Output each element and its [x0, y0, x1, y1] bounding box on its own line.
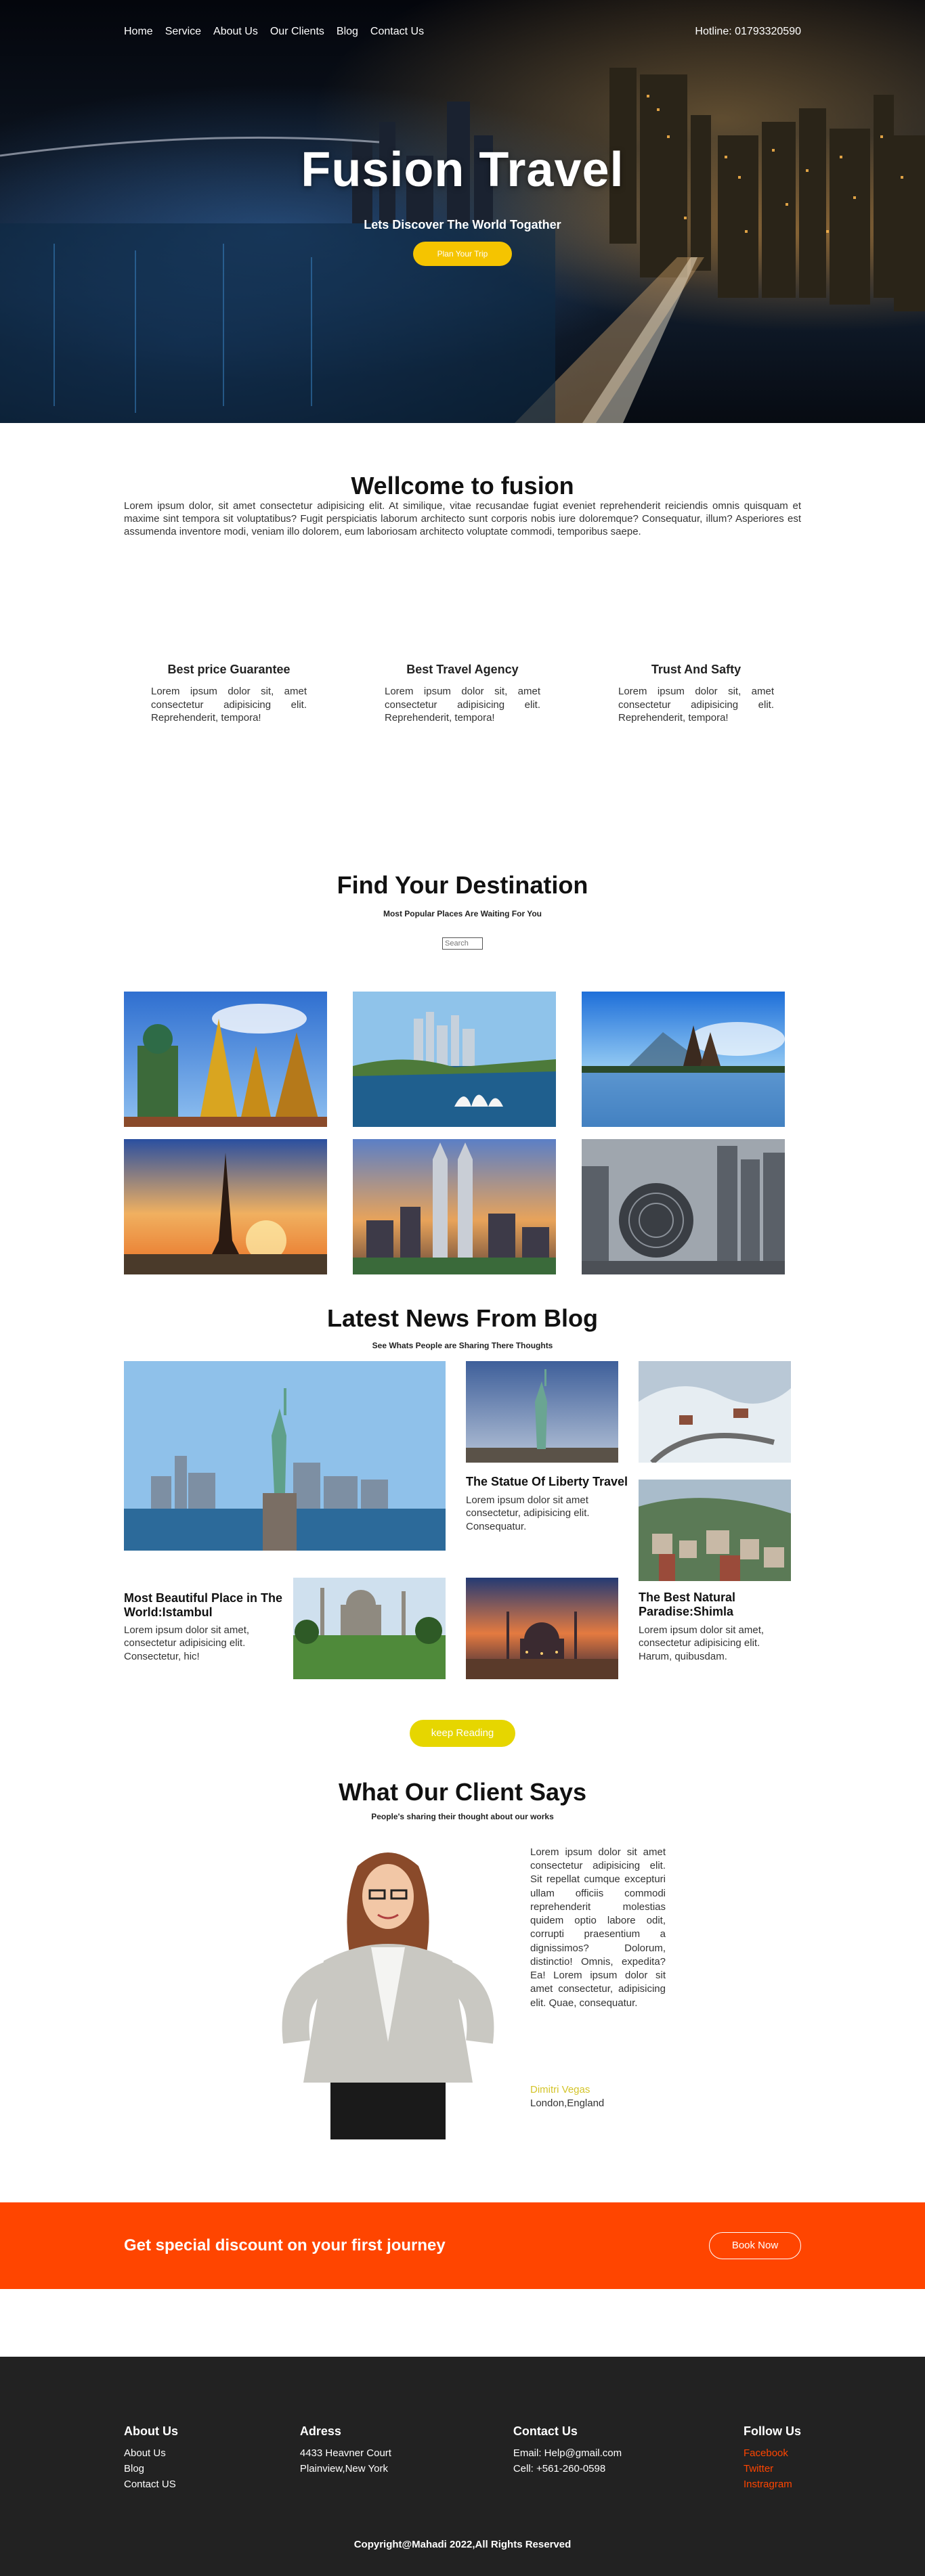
feature-title: Trust And Safty: [651, 663, 741, 677]
footer-heading: Adress: [299, 2424, 341, 2438]
footer-link-facebook[interactable]: Facebook: [744, 2445, 801, 2461]
shimla-town-image[interactable]: [639, 1479, 791, 1581]
client-name: Dimitri Vegas: [530, 2083, 590, 2095]
footer-link-blog[interactable]: Blog: [124, 2461, 178, 2477]
footer-link-twitter[interactable]: Twitter: [744, 2461, 801, 2477]
nav-home[interactable]: Home: [124, 26, 153, 37]
footer-link-instagram[interactable]: Instragram: [744, 2477, 801, 2492]
nav-our-clients[interactable]: Our Clients: [270, 26, 324, 37]
copyright-text: Copyright@Mahadi 2022,All Rights Reserve…: [353, 2538, 572, 2550]
nav-blog[interactable]: Blog: [337, 26, 358, 37]
footer-email: Email: Help@gmail.com: [513, 2447, 622, 2459]
client-location: London,England: [530, 2097, 605, 2109]
plan-trip-button[interactable]: Plan Your Trip: [413, 242, 512, 266]
feature-title: Best price Guarantee: [167, 663, 291, 677]
destination-title: Find Your Destination: [337, 870, 588, 899]
footer-address-column: Adress 4433 Heavner Court Plainview,New …: [300, 2424, 391, 2493]
statue-of-liberty-large-image[interactable]: [124, 1360, 446, 1551]
istanbul-mosque-night-image[interactable]: [466, 1577, 618, 1679]
nav-about-us[interactable]: About Us: [213, 26, 258, 37]
footer-address-line: 4433 Heavner Court: [299, 2447, 391, 2459]
snowy-hills-image[interactable]: [639, 1360, 791, 1463]
nav-contact-us[interactable]: Contact Us: [370, 26, 424, 37]
hero-section: Home Service About Us Our Clients Blog C…: [0, 0, 925, 423]
keep-reading-button[interactable]: keep Reading: [410, 1719, 515, 1747]
hero-title: Fusion Travel: [301, 143, 624, 197]
top-navigation: Home Service About Us Our Clients Blog C…: [124, 26, 801, 38]
hotline-number: Hotline: 01793320590: [695, 26, 801, 37]
client-photo: [270, 1839, 507, 2139]
blog-section: Latest News From Blog See Whats People a…: [124, 1274, 801, 1747]
hero-subtitle: Lets Discover The World Togather: [364, 218, 561, 231]
destination-subtitle: Most Popular Places Are Waiting For You: [383, 908, 542, 918]
feature-card: Best Travel Agency Lorem ipsum dolor sit…: [385, 663, 540, 725]
blog-post-title[interactable]: The Statue Of Liberty Travel: [466, 1475, 628, 1490]
blog-posts: The Statue Of Liberty Travel Lorem ipsum…: [124, 1360, 801, 1720]
destination-image-thailand-temple[interactable]: [124, 991, 327, 1127]
footer-follow-column: Follow Us Facebook Twitter Instragram: [744, 2424, 801, 2493]
testimonial-content: Lorem ipsum dolor sit amet consectetur a…: [124, 1821, 801, 2173]
feature-card: Trust And Safty Lorem ipsum dolor sit, a…: [618, 663, 774, 725]
footer-address-line: Plainview,New York: [299, 2463, 388, 2474]
feature-title: Best Travel Agency: [406, 663, 519, 677]
footer-contact-column: Contact Us Email: Help@gmail.com Cell: +…: [513, 2424, 622, 2493]
blog-post-text: Lorem ipsum dolor sit amet consectetur, …: [466, 1494, 590, 1532]
istanbul-park-image[interactable]: [293, 1577, 446, 1679]
testimonial-section: What Our Client Says People's sharing th…: [124, 1747, 801, 2173]
feature-card: Best price Guarantee Lorem ipsum dolor s…: [151, 663, 307, 725]
testimonial-title: What Our Client Says: [338, 1777, 587, 1806]
footer-heading: About Us: [124, 2424, 178, 2438]
blog-title: Latest News From Blog: [326, 1304, 599, 1332]
destination-section: Find Your Destination Most Popular Place…: [124, 725, 801, 1274]
footer-link-about-us[interactable]: About Us: [124, 2445, 178, 2461]
blog-post-title[interactable]: Most Beautiful Place in The World:Istamb…: [124, 1591, 300, 1620]
footer-about-column: About Us About Us Blog Contact US: [124, 2424, 178, 2493]
feature-text: Lorem ipsum dolor sit, amet consectetur …: [151, 686, 307, 724]
destination-image-skyscrapers[interactable]: [582, 1138, 785, 1274]
footer-link-contact-us[interactable]: Contact US: [124, 2477, 178, 2492]
destination-image-kuala-lumpur[interactable]: [353, 1138, 556, 1274]
welcome-text: Lorem ipsum dolor, sit amet consectetur …: [124, 500, 801, 537]
destination-grid: [124, 991, 801, 1274]
footer-heading: Contact Us: [513, 2424, 578, 2438]
footer: About Us About Us Blog Contact US Adress…: [0, 2356, 925, 2576]
discount-banner: Get special discount on your first journ…: [0, 2202, 925, 2289]
book-now-button[interactable]: Book Now: [709, 2231, 801, 2259]
features-row: Best price Guarantee Lorem ipsum dolor s…: [124, 663, 801, 725]
testimonial-quote: Lorem ipsum dolor sit amet consectetur a…: [530, 1846, 666, 2009]
testimonial-subtitle: People's sharing their thought about our…: [371, 1811, 554, 1821]
blog-post-text: Lorem ipsum dolor sit amet, consectetur …: [639, 1624, 765, 1662]
destination-image-sydney[interactable]: [353, 991, 556, 1127]
blog-subtitle: See Whats People are Sharing There Thoug…: [372, 1340, 553, 1350]
footer-heading: Follow Us: [744, 2424, 801, 2438]
footer-phone: Cell: +561-260-0598: [513, 2463, 606, 2474]
feature-text: Lorem ipsum dolor sit, amet consectetur …: [385, 686, 540, 724]
discount-text: Get special discount on your first journ…: [124, 2236, 446, 2255]
feature-text: Lorem ipsum dolor sit, amet consectetur …: [618, 686, 774, 724]
destination-image-paris-eiffel[interactable]: [124, 1138, 327, 1274]
search-input[interactable]: [442, 937, 483, 950]
statue-of-liberty-image[interactable]: [466, 1360, 618, 1463]
welcome-section: Wellcome to fusion Lorem ipsum dolor, si…: [124, 423, 801, 725]
blog-post-text: Lorem ipsum dolor sit amet, consectetur …: [124, 1624, 250, 1662]
welcome-title: Wellcome to fusion: [351, 472, 574, 499]
nav-service[interactable]: Service: [165, 26, 201, 37]
blog-post-title[interactable]: The Best Natural Paradise:Shimla: [639, 1591, 791, 1620]
destination-image-bali-temple[interactable]: [582, 991, 785, 1127]
